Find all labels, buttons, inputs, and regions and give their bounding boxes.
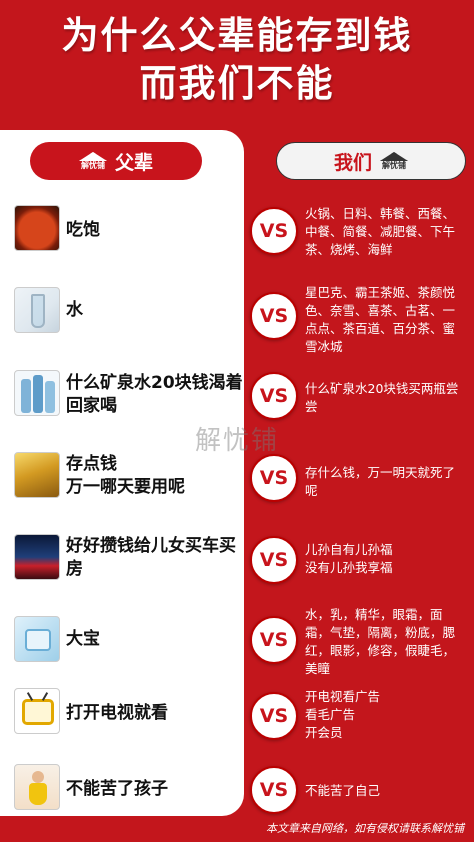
row-right-text: 开电视看广告 看毛广告 开会员	[305, 689, 381, 740]
row-right-text: 存什么钱，万一明天就死了呢	[305, 465, 456, 498]
tv-photo	[14, 688, 60, 734]
cream-photo	[14, 616, 60, 662]
vs-badge: VS	[250, 766, 298, 814]
row-left-text: 好好攒钱给儿女买车买房	[66, 536, 236, 579]
row-left-text: 什么矿泉水20块钱渴着回家喝	[66, 373, 243, 416]
row-left-text: 吃饱	[66, 220, 100, 240]
vs-badge: VS	[250, 454, 298, 502]
vs-badge: VS	[250, 372, 298, 420]
car-photo	[14, 534, 60, 580]
row-left-text: 存点钱 万一哪天要用呢	[66, 454, 185, 497]
row-right-text: 星巴克、霸王茶姬、茶颜悦色、奈雪、喜茶、古茗、一点点、茶百道、百分茶、蜜雪冰城	[305, 285, 456, 354]
title-line-2: 而我们不能	[139, 62, 335, 105]
title-line-1: 为什么父辈能存到钱	[61, 14, 413, 57]
header-us: 我们 解忧铺	[276, 142, 466, 180]
watermark: 解忧铺	[195, 426, 280, 456]
row-right-text: 什么矿泉水20块钱买两瓶尝尝	[305, 381, 459, 414]
row-left-text: 不能苦了孩子	[66, 779, 168, 799]
bottles-photo	[14, 370, 60, 416]
food-photo	[14, 205, 60, 251]
row-left-text: 大宝	[66, 629, 100, 649]
header-us-label: 我们	[333, 151, 372, 174]
row-right-text: 火锅、日料、韩餐、西餐、中餐、简餐、减肥餐、下午茶、烧烤、海鲜	[305, 206, 456, 257]
row-right-text: 水，乳，精华，眼霜，面霜，气垫，隔离，粉底，腮红，眼影，修容，假睫毛，美瞳	[305, 607, 456, 676]
house-logo-icon: 解忧铺	[380, 152, 408, 170]
header-parents: 解忧铺 父辈	[30, 142, 202, 180]
vs-badge: VS	[250, 616, 298, 664]
page-title: 为什么父辈能存到钱 而我们不能	[0, 12, 474, 108]
vs-badge: VS	[250, 536, 298, 584]
water-photo	[14, 287, 60, 333]
row-left-text: 水	[66, 300, 83, 320]
gold-photo	[14, 452, 60, 498]
row-right-text: 儿孙自有儿孙福 没有儿孙我享福	[305, 542, 393, 575]
house-logo-icon: 解忧铺	[78, 152, 107, 170]
header-parents-label: 父辈	[114, 151, 153, 174]
vs-badge: VS	[250, 207, 298, 255]
row-right-text: 不能苦了自己	[305, 783, 381, 798]
vs-badge: VS	[250, 692, 298, 740]
child-photo	[14, 764, 60, 810]
vs-badge: VS	[250, 292, 298, 340]
row-left-text: 打开电视就看	[66, 703, 168, 723]
footer-disclaimer: 本文章来自网络，如有侵权请联系解忧铺	[266, 822, 464, 835]
